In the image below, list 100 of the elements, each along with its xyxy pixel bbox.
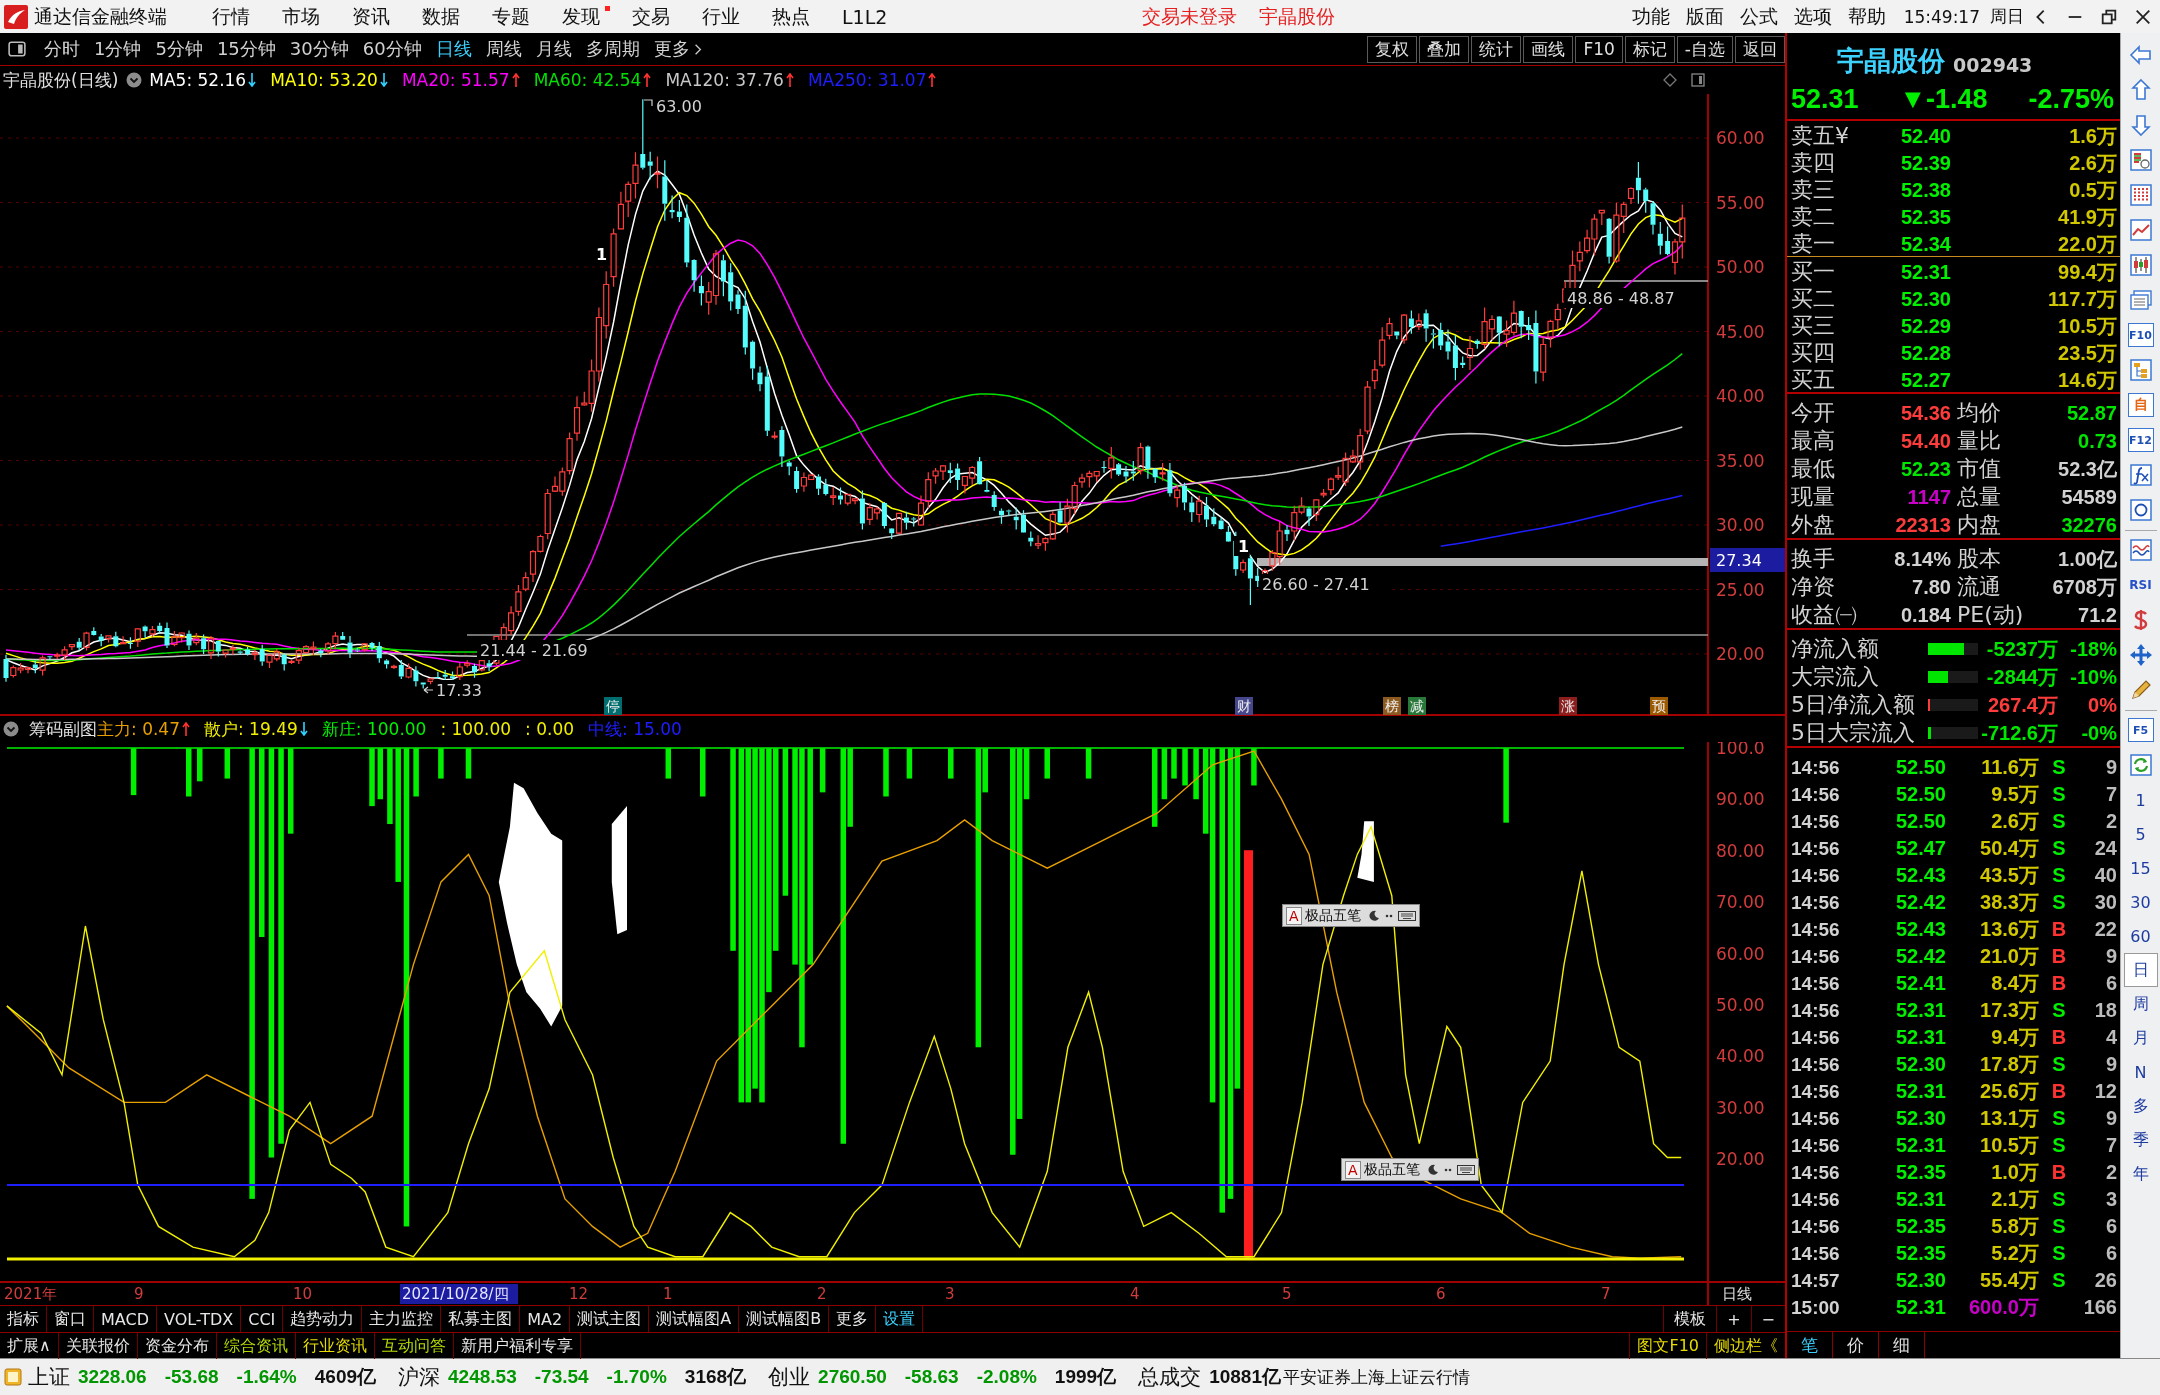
menu-item[interactable]: L1L2 [827,3,903,30]
indicator-tab[interactable]: 测试幅图B [739,1306,830,1332]
tree-icon[interactable] [2128,358,2153,382]
tool-button[interactable]: 标记 [1624,35,1675,63]
menu-item[interactable]: 帮助 [1839,3,1894,30]
table-icon[interactable] [2128,183,2153,207]
menu-item[interactable]: 功能 [1623,3,1678,30]
sidebar-button[interactable]: F12 [2127,428,2154,452]
panel-button[interactable]: − [1750,1306,1785,1332]
status-notice[interactable]: 宇晶股份 [1259,3,1336,30]
sidebar-button[interactable]: F5 [2127,718,2154,742]
menu-item[interactable]: 公式 [1731,3,1786,30]
indicator-tab[interactable]: VOL-TDX [156,1306,242,1332]
more-button[interactable]: 更多 [647,37,708,61]
menu-item[interactable]: 行情 [197,3,265,30]
tool-button[interactable]: 返回 [1735,35,1785,63]
period-button[interactable]: 30 [2123,885,2158,919]
period-tab[interactable]: 日线 [429,37,478,61]
tool-button[interactable]: F10 [1575,35,1623,63]
indicator-tab[interactable]: 测试幅图A [649,1306,740,1332]
tool-button[interactable]: 复权 [1367,35,1418,63]
menu-item[interactable]: 专题 [477,3,545,30]
close-icon[interactable] [2134,7,2152,26]
period-tab[interactable]: 1分钟 [88,37,148,61]
panel-button[interactable]: + [1716,1306,1751,1332]
arrow-left-icon[interactable] [2128,43,2153,67]
sidebar-button[interactable]: F10 [2127,323,2154,347]
indicator-tab[interactable]: 私募主图 [441,1306,521,1332]
period-button[interactable]: 年 [2123,1157,2158,1191]
menu-item[interactable]: 发现 [547,3,615,30]
moon-icon[interactable] [1367,909,1380,922]
panel-button[interactable]: 模板 [1663,1306,1717,1332]
menu-item[interactable]: 版面 [1677,3,1732,30]
input-mode-button[interactable]: A [1345,1160,1361,1179]
event-marker[interactable]: 预 [1650,697,1668,715]
formula-icon[interactable] [2128,463,2153,487]
menu-item[interactable]: 资讯 [337,3,405,30]
input-mode-button[interactable]: A [1286,906,1302,925]
index-name[interactable]: 上证 [28,1363,70,1391]
period-button[interactable]: 月 [2123,1021,2158,1055]
period-button[interactable]: 多 [2123,1089,2158,1123]
keyboard-icon[interactable] [1397,909,1416,922]
period-button[interactable]: 5 [2123,817,2158,851]
indicator-tab[interactable]: 设置 [876,1306,924,1332]
line-chart-icon[interactable] [2128,218,2153,242]
windows-icon[interactable] [2128,288,2153,312]
period-tab[interactable]: 60分钟 [356,37,428,61]
indicator-tab[interactable]: 指标 [0,1306,47,1332]
event-marker[interactable]: 减 [1408,697,1426,715]
chevron-circle-icon[interactable] [126,72,143,88]
tool-button[interactable]: 统计 [1471,35,1522,63]
arrow-up-icon[interactable] [2128,78,2153,102]
period-button[interactable]: 15 [2123,851,2158,885]
event-marker[interactable]: 榜 [1383,697,1401,715]
menu-item[interactable]: 选项 [1785,3,1840,30]
candlestick-icon[interactable] [2128,253,2153,277]
report-icon[interactable] [2128,148,2153,172]
index-name[interactable]: 创业 [768,1363,811,1391]
period-tab[interactable]: 周线 [479,37,528,61]
refresh-icon[interactable] [2128,753,2153,777]
status-notice[interactable]: 交易未登录 [1142,3,1238,30]
menu-item[interactable]: 热点 [757,3,825,30]
period-button[interactable]: 季 [2123,1123,2158,1157]
indicator-tab[interactable]: MACD [94,1306,157,1332]
move-arrows-icon[interactable] [2128,643,2153,667]
tool-button[interactable]: 叠加 [1419,35,1470,63]
indicator-tab[interactable]: 测试主图 [570,1306,650,1332]
index-name[interactable]: 沪深 [398,1363,441,1391]
diamond-icon[interactable] [1663,73,1677,87]
tool-button[interactable]: -自选 [1676,35,1733,63]
period-tab[interactable]: 5分钟 [149,37,209,61]
arrow-down-icon[interactable] [2128,113,2153,137]
menu-item[interactable]: 交易 [617,3,685,30]
period-tab[interactable]: 30分钟 [283,37,355,61]
chevron-circle-icon[interactable] [3,721,19,737]
indicator-tab[interactable]: 窗口 [47,1306,94,1332]
panel-toggle-icon[interactable] [8,40,26,58]
menu-item[interactable]: 数据 [407,3,475,30]
keyboard-icon[interactable] [1456,1163,1475,1176]
indicator-tab[interactable]: 更多 [829,1306,877,1332]
market-icon[interactable] [4,1368,22,1386]
moon-icon[interactable] [1426,1163,1439,1176]
menu-item[interactable]: 市场 [267,3,335,30]
restore-icon[interactable] [2100,7,2118,26]
tool-button[interactable]: 画线 [1523,35,1574,63]
period-tab[interactable]: 15分钟 [210,37,282,61]
period-button[interactable]: 日 [2123,953,2158,987]
wave-chart-icon[interactable] [2128,538,2153,562]
indicator-tab[interactable]: MA2 [520,1306,571,1332]
event-marker[interactable]: 涨 [1559,697,1577,715]
period-tab[interactable]: 月线 [529,37,578,61]
period-button[interactable]: 1 [2123,783,2158,817]
event-marker[interactable]: 停 [604,697,622,715]
period-button[interactable]: 周 [2123,987,2158,1021]
period-tab[interactable]: 分时 [38,37,86,61]
indicator-tab[interactable]: 主力监控 [362,1306,442,1332]
period-button[interactable]: N [2123,1055,2158,1089]
sidebar-button[interactable]: RSI [2127,573,2154,597]
indicator-tab[interactable]: 趋势动力 [283,1306,363,1332]
event-marker[interactable]: 财 [1235,697,1253,715]
